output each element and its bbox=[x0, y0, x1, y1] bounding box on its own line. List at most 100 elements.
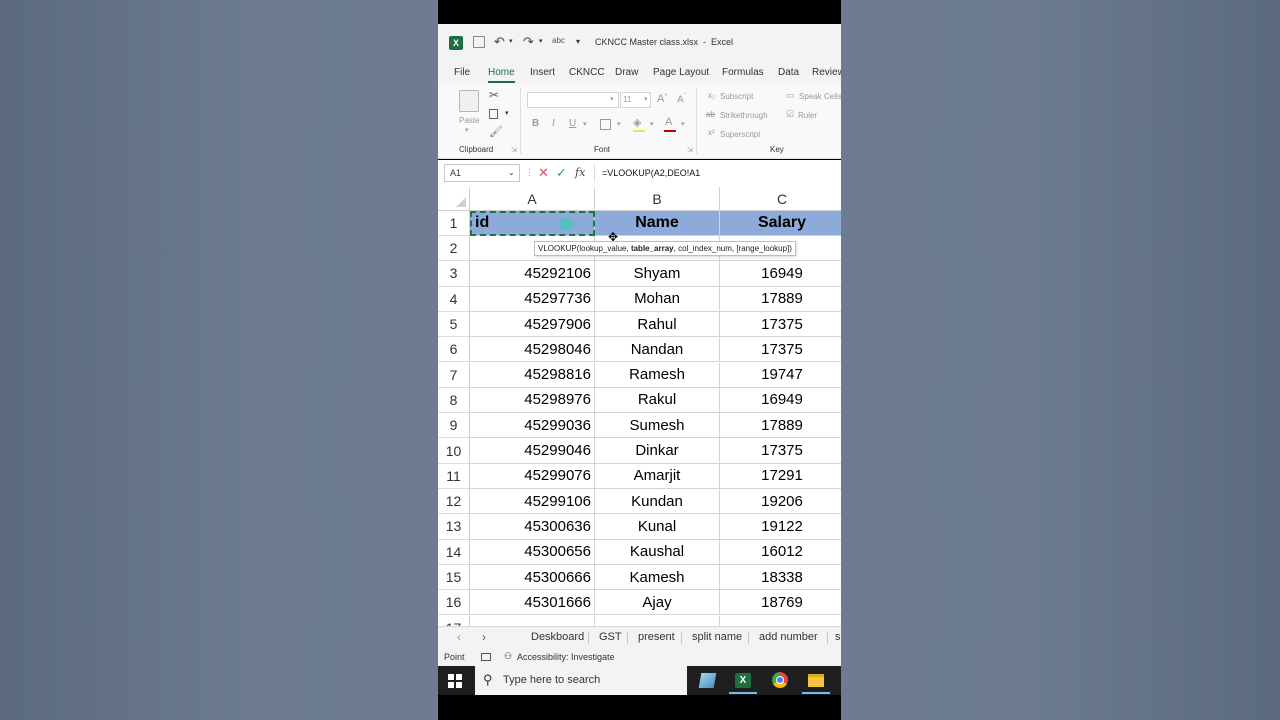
row-header[interactable]: 1 bbox=[438, 211, 470, 236]
strikethrough-button[interactable]: Strikethrough bbox=[720, 111, 768, 120]
enter-icon[interactable]: ✓ bbox=[556, 165, 567, 181]
cell-c17[interactable] bbox=[720, 616, 841, 627]
fill-color-dropdown-icon[interactable]: ▾ bbox=[650, 120, 654, 128]
accessibility-status[interactable]: Accessibility: Investigate bbox=[517, 652, 615, 662]
tab-review[interactable]: Review bbox=[812, 67, 841, 78]
row-header[interactable]: 3 bbox=[438, 261, 470, 287]
row-header[interactable]: 11 bbox=[438, 463, 470, 489]
superscript-button[interactable]: Superscript bbox=[720, 130, 760, 139]
redo-icon[interactable]: ↷ bbox=[523, 34, 534, 50]
tab-insert[interactable]: Insert bbox=[530, 67, 555, 78]
formula-input[interactable]: =VLOOKUP(A2,DEO!A1 bbox=[602, 168, 700, 178]
sheet-tab-gst[interactable]: GST bbox=[599, 631, 622, 643]
cell-b4[interactable]: Mohan bbox=[595, 286, 720, 312]
row-header[interactable]: 16 bbox=[438, 590, 470, 616]
cell-a4[interactable]: 45297736 bbox=[470, 286, 595, 312]
cell-b15[interactable]: Kamesh bbox=[595, 564, 720, 591]
underline-dropdown-icon[interactable]: ▾ bbox=[583, 120, 587, 128]
cell-c10[interactable]: 17375 bbox=[720, 438, 841, 464]
customize-qat-icon[interactable]: ▾ bbox=[576, 37, 580, 46]
row-header[interactable]: 9 bbox=[438, 413, 470, 439]
cell-a9[interactable]: 45299036 bbox=[470, 413, 595, 439]
paste-icon[interactable] bbox=[459, 90, 479, 112]
font-size-dropdown-icon[interactable]: ▾ bbox=[644, 95, 648, 103]
undo-icon[interactable]: ↶ bbox=[494, 34, 505, 50]
chrome-app-icon[interactable] bbox=[772, 672, 788, 688]
borders-dropdown-icon[interactable]: ▾ bbox=[617, 120, 621, 128]
row-header[interactable]: 5 bbox=[438, 311, 470, 338]
spelling-icon[interactable]: abc bbox=[552, 36, 565, 45]
cell-c3[interactable]: 16949 bbox=[720, 261, 841, 287]
subscript-icon[interactable]: x₂ bbox=[708, 91, 715, 100]
font-color-icon[interactable]: A bbox=[665, 116, 672, 128]
format-painter-icon[interactable]: 🖌 bbox=[489, 125, 503, 138]
font-name-select[interactable] bbox=[527, 92, 619, 108]
taskbar-search-box[interactable]: ⚲ Type here to search bbox=[475, 666, 687, 695]
tab-ckncc[interactable]: CKNCC bbox=[569, 67, 605, 78]
cell-a17[interactable] bbox=[470, 615, 595, 626]
row-header[interactable]: 7 bbox=[438, 362, 470, 388]
speak-cells-button[interactable]: Speak Cells bbox=[799, 92, 841, 101]
cell-c8[interactable]: 16949 bbox=[720, 388, 841, 414]
macro-record-icon[interactable] bbox=[481, 653, 491, 661]
row-header[interactable]: 6 bbox=[438, 337, 470, 363]
italic-button[interactable]: I bbox=[552, 118, 555, 129]
scroll-tabs-right-icon[interactable]: › bbox=[482, 630, 486, 644]
decrease-font-icon[interactable]: Aˇ bbox=[677, 94, 686, 105]
fill-color-icon[interactable]: ◈ bbox=[633, 116, 641, 129]
undo-dropdown-icon[interactable]: ▾ bbox=[509, 37, 513, 45]
tab-page-layout[interactable]: Page Layout bbox=[653, 67, 709, 78]
row-header[interactable]: 4 bbox=[438, 286, 470, 312]
redo-dropdown-icon[interactable]: ▾ bbox=[539, 37, 543, 45]
column-header-b[interactable]: B bbox=[595, 187, 720, 211]
cell-a12[interactable]: 45299106 bbox=[470, 489, 595, 515]
cell-b16[interactable]: Ajay bbox=[595, 590, 720, 616]
superscript-icon[interactable]: x² bbox=[708, 128, 715, 137]
cell-b14[interactable]: Kaushal bbox=[595, 539, 720, 565]
insert-function-icon[interactable]: fx bbox=[575, 166, 585, 179]
cell-b13[interactable]: Kunal bbox=[595, 514, 720, 540]
excel-app-icon[interactable]: X bbox=[735, 673, 751, 688]
cell-c5[interactable]: 17375 bbox=[720, 312, 841, 338]
cell-a14[interactable]: 45300656 bbox=[470, 539, 595, 565]
cell-b17[interactable] bbox=[595, 615, 720, 626]
tab-file[interactable]: File bbox=[454, 67, 470, 78]
font-launcher-icon[interactable]: ⇲ bbox=[687, 146, 693, 154]
cell-b7[interactable]: Ramesh bbox=[595, 362, 720, 388]
sheet-tab-present[interactable]: present bbox=[638, 631, 675, 643]
paste-label[interactable]: Paste bbox=[459, 116, 479, 125]
tab-home[interactable]: Home bbox=[488, 67, 515, 78]
cell-a16[interactable]: 45301666 bbox=[470, 590, 595, 616]
tab-draw[interactable]: Draw bbox=[615, 67, 638, 78]
sheet-tab-se[interactable]: se bbox=[835, 631, 841, 643]
cell-c6[interactable]: 17375 bbox=[720, 337, 841, 363]
cell-a13[interactable]: 45300636 bbox=[470, 514, 595, 540]
bold-button[interactable]: B bbox=[532, 118, 539, 129]
file-explorer-icon[interactable] bbox=[808, 674, 824, 687]
copy-dropdown-icon[interactable]: ▾ bbox=[505, 109, 509, 117]
cell-c14[interactable]: 16012 bbox=[720, 540, 841, 565]
cut-icon[interactable]: ✂ bbox=[489, 88, 499, 102]
cell-b8[interactable]: Rakul bbox=[595, 387, 720, 414]
cell-c4[interactable]: 17889 bbox=[720, 287, 841, 312]
speak-cells-icon[interactable]: ▭ bbox=[786, 90, 795, 101]
notepad-app-icon[interactable] bbox=[698, 673, 717, 688]
ruler-button[interactable]: Ruler bbox=[798, 111, 817, 120]
paste-dropdown-icon[interactable]: ▾ bbox=[465, 126, 469, 134]
font-name-dropdown-icon[interactable]: ▾ bbox=[610, 95, 614, 103]
cell-a5[interactable]: 45297906 bbox=[470, 311, 595, 338]
formula-bar-grip-icon[interactable]: ⋮ bbox=[525, 167, 534, 178]
cell-b6[interactable]: Nandan bbox=[595, 337, 720, 363]
save-icon[interactable] bbox=[473, 36, 485, 48]
cell-b3[interactable]: Shyam bbox=[595, 261, 720, 287]
cell-a6[interactable]: 45298046 bbox=[470, 337, 595, 363]
cell-a3[interactable]: 45292106 bbox=[470, 261, 595, 287]
sheet-tab-deskboard[interactable]: Deskboard bbox=[531, 631, 584, 643]
cell-a15[interactable]: 45300666 bbox=[470, 564, 595, 591]
row-header[interactable]: 14 bbox=[438, 539, 470, 565]
row-header[interactable]: 10 bbox=[438, 438, 470, 464]
cell-c9[interactable]: 17889 bbox=[720, 413, 841, 439]
sheet-tab-add-number[interactable]: add number bbox=[759, 631, 818, 643]
cell-b5[interactable]: Rahul bbox=[595, 311, 720, 338]
cell-b9[interactable]: Sumesh bbox=[595, 413, 720, 439]
